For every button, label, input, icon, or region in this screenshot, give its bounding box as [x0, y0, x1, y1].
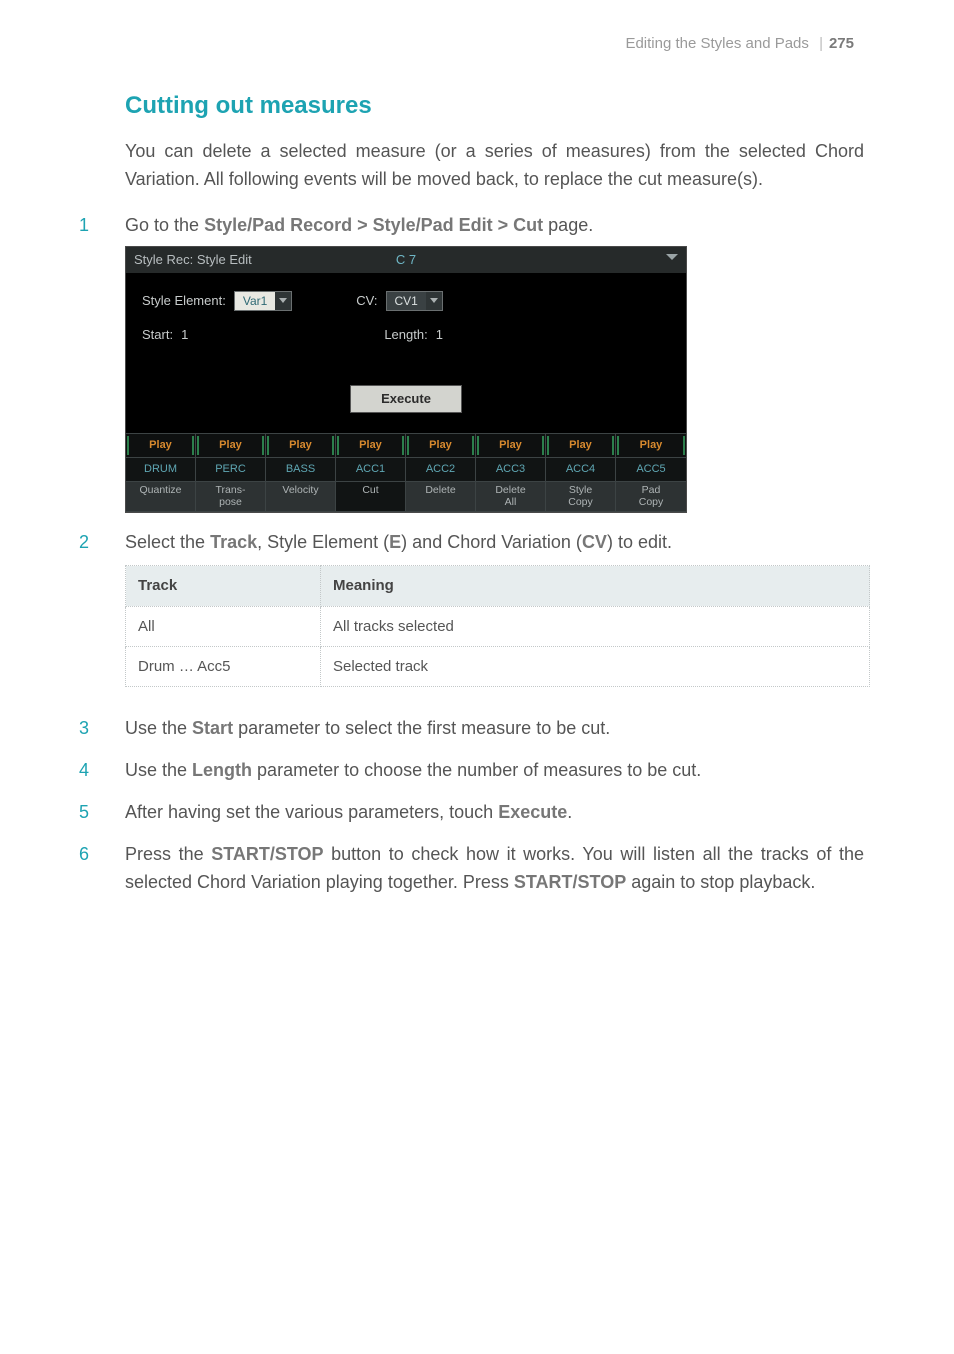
style-edit-screenshot: Style Rec: Style Edit C 7 Style Element:… [125, 246, 687, 514]
step-3: Use the Start parameter to select the fi… [55, 715, 864, 743]
track-play-2[interactable]: Play [266, 434, 336, 458]
cell-meaning-1: Selected track [321, 646, 870, 686]
screenshot-title-center: C 7 [396, 250, 416, 270]
menu-caret-icon[interactable] [666, 254, 678, 260]
track-name-3[interactable]: ACC1 [336, 458, 406, 482]
start-value[interactable]: 1 [181, 325, 188, 345]
step-3-a: Use the [125, 718, 192, 738]
track-play-5[interactable]: Play [476, 434, 546, 458]
tab-transpose[interactable]: Trans- pose [196, 482, 266, 512]
step-1: Go to the Style/Pad Record > Style/Pad E… [55, 212, 864, 514]
cell-track-1: Drum … Acc5 [126, 646, 321, 686]
tab-quantize[interactable]: Quantize [126, 482, 196, 512]
th-meaning: Meaning [321, 566, 870, 606]
track-grid: Play Play Play Play Play Play Play Play … [126, 433, 686, 512]
step-4-a: Use the [125, 760, 192, 780]
style-element-label: Style Element: [142, 291, 226, 311]
style-element-row: Style Element: Var1 CV: CV1 [142, 291, 670, 311]
track-play-3[interactable]: Play [336, 434, 406, 458]
step-1-path: Style/Pad Record > Style/Pad Edit > Cut [204, 215, 543, 235]
tab-style-copy[interactable]: Style Copy [546, 482, 616, 512]
track-play-7[interactable]: Play [616, 434, 686, 458]
tab-cut[interactable]: Cut [336, 482, 406, 512]
track-play-1[interactable]: Play [196, 434, 266, 458]
table-row: Drum … Acc5 Selected track [126, 646, 870, 686]
screenshot-title-left: Style Rec: Style Edit [134, 250, 252, 270]
cell-meaning-0: All tracks selected [321, 606, 870, 646]
track-play-6[interactable]: Play [546, 434, 616, 458]
step-5-b: . [567, 802, 572, 822]
tab-delete-all[interactable]: Delete All [476, 482, 546, 512]
track-name-7[interactable]: ACC5 [616, 458, 686, 482]
tab-pad-copy[interactable]: Pad Copy [616, 482, 686, 512]
tab-velocity[interactable]: Velocity [266, 482, 336, 512]
length-value[interactable]: 1 [436, 325, 443, 345]
length-label: Length: [384, 325, 427, 345]
step-3-kw: Start [192, 718, 233, 738]
step-2-c: ) and Chord Variation ( [401, 532, 582, 552]
step-2-kw3: CV [582, 532, 607, 552]
style-element-value: Var1 [235, 292, 275, 310]
step-4-kw: Length [192, 760, 252, 780]
track-name-4[interactable]: ACC2 [406, 458, 476, 482]
step-4: Use the Length parameter to choose the n… [55, 757, 864, 785]
step-5-a: After having set the various parameters,… [125, 802, 498, 822]
step-5: After having set the various parameters,… [55, 799, 864, 827]
cell-track-0: All [126, 606, 321, 646]
step-2-kw2: E [389, 532, 401, 552]
cv-combo[interactable]: CV1 [386, 291, 443, 311]
running-head-title: Editing the Styles and Pads [625, 35, 808, 52]
step-4-b: parameter to choose the number of measur… [252, 760, 701, 780]
step-5-kw: Execute [498, 802, 567, 822]
chevron-down-icon [426, 292, 442, 310]
th-track: Track [126, 566, 321, 606]
step-6-a: Press the [125, 844, 211, 864]
step-2-d: ) to edit. [607, 532, 672, 552]
cv-value: CV1 [387, 292, 426, 310]
track-name-2[interactable]: BASS [266, 458, 336, 482]
track-name-6[interactable]: ACC4 [546, 458, 616, 482]
chevron-down-icon [275, 292, 291, 310]
track-meaning-table: Track Meaning All All tracks selected Dr… [125, 565, 870, 687]
intro-paragraph: You can delete a selected measure (or a … [125, 138, 864, 194]
start-label: Start: [142, 325, 173, 345]
tab-delete[interactable]: Delete [406, 482, 476, 512]
track-name-5[interactable]: ACC3 [476, 458, 546, 482]
running-head: Editing the Styles and Pads | 275 [55, 35, 864, 52]
section-title: Cutting out measures [125, 92, 864, 120]
cv-label: CV: [356, 291, 377, 311]
step-2-kw1: Track [210, 532, 257, 552]
track-play-0[interactable]: Play [126, 434, 196, 458]
screenshot-titlebar: Style Rec: Style Edit C 7 [126, 247, 686, 273]
step-6: Press the START/STOP button to check how… [55, 841, 864, 897]
execute-button[interactable]: Execute [350, 385, 462, 413]
running-head-sep: | [819, 35, 823, 52]
step-2: Select the Track, Style Element (E) and … [55, 529, 864, 687]
table-row: All All tracks selected [126, 606, 870, 646]
step-2-a: Select the [125, 532, 210, 552]
style-element-combo[interactable]: Var1 [234, 291, 292, 311]
track-name-1[interactable]: PERC [196, 458, 266, 482]
step-6-kw2: START/STOP [514, 872, 626, 892]
track-play-4[interactable]: Play [406, 434, 476, 458]
step-1-text-post: page. [543, 215, 593, 235]
step-2-b: , Style Element ( [257, 532, 389, 552]
step-1-text-pre: Go to the [125, 215, 204, 235]
step-6-kw1: START/STOP [211, 844, 323, 864]
step-3-b: parameter to select the first measure to… [233, 718, 610, 738]
step-6-c: again to stop playback. [626, 872, 815, 892]
start-length-row: Start: 1 Length: 1 [142, 325, 670, 345]
track-name-0[interactable]: DRUM [126, 458, 196, 482]
page-number: 275 [829, 35, 854, 52]
